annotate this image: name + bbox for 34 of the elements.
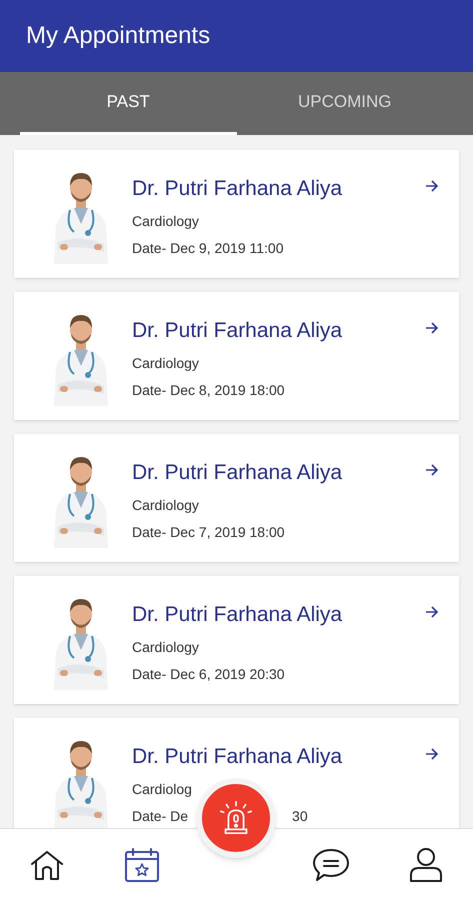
home-icon bbox=[29, 848, 66, 880]
appointment-card[interactable]: Dr. Putri Farhana Aliya Cardiology Date- Dec 8, 2019 18:00 bbox=[14, 292, 459, 420]
specialty: Cardiology bbox=[132, 354, 199, 373]
siren-icon bbox=[217, 799, 255, 837]
appointment-date: Date- Dec 8, 2019 18:00 bbox=[132, 380, 285, 400]
specialty: Cardiology bbox=[132, 496, 199, 515]
calendar-star-icon bbox=[124, 846, 160, 882]
appointment-card[interactable]: Dr. Putri Farhana Aliya Cardiolog Date- De 30 bbox=[14, 718, 459, 828]
page-title: My Appointments bbox=[26, 21, 210, 51]
tab[interactable]: PAST bbox=[20, 72, 236, 135]
arrow-right-icon bbox=[425, 322, 439, 334]
chat-icon bbox=[312, 846, 350, 882]
doctor-name: Dr. Putri Farhana Aliya bbox=[132, 460, 344, 486]
appointment-date: Date- De bbox=[132, 806, 188, 826]
appointment-date: Date- Dec 7, 2019 18:00 bbox=[132, 522, 285, 542]
arrow-right-icon bbox=[425, 606, 439, 618]
arrow-right-icon bbox=[425, 748, 439, 760]
doctor-name: Dr. Putri Farhana Aliya bbox=[132, 176, 344, 202]
arrow-right-icon bbox=[425, 464, 439, 476]
appointment-card[interactable]: Dr. Putri Farhana Aliya Cardiology Date- Dec 7, 2019 18:00 bbox=[14, 434, 459, 562]
specialty: Cardiology bbox=[132, 212, 199, 231]
appointment-date: Date- Dec 9, 2019 11:00 bbox=[132, 238, 284, 258]
doctor-name: Dr. Putri Farhana Aliya bbox=[132, 602, 344, 628]
specialty: Cardiolog bbox=[132, 780, 192, 799]
appointment-card[interactable]: Dr. Putri Farhana Aliya Cardiology Date- Dec 9, 2019 11:00 bbox=[14, 150, 459, 278]
tab[interactable]: UPCOMING bbox=[236, 72, 453, 135]
doctor-name: Dr. Putri Farhana Aliya bbox=[132, 318, 344, 344]
appointment-date: 30 bbox=[292, 806, 308, 826]
appointment-card[interactable]: Dr. Putri Farhana Aliya Cardiology Date- Dec 6, 2019 20:30 bbox=[14, 576, 459, 704]
appointment-date: Date- Dec 6, 2019 20:30 bbox=[132, 664, 285, 684]
specialty: Cardiology bbox=[132, 638, 199, 657]
user-icon bbox=[408, 846, 443, 882]
doctor-name: Dr. Putri Farhana Aliya bbox=[132, 744, 344, 770]
arrow-right-icon bbox=[425, 180, 439, 192]
